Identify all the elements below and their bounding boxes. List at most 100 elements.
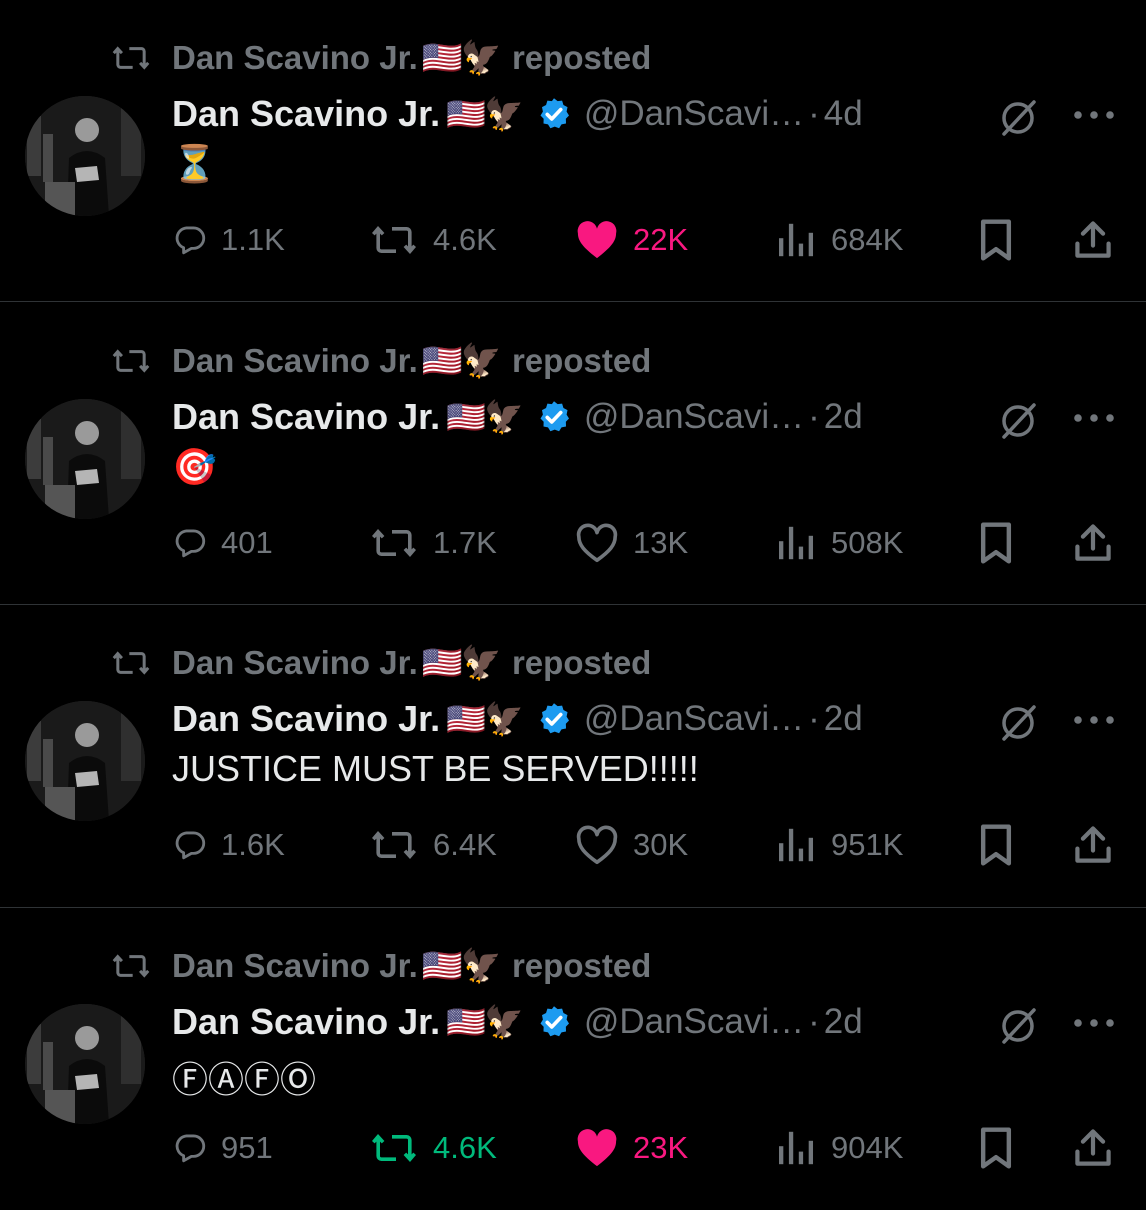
repost-button[interactable]: 4.6K [369, 1123, 497, 1173]
like-icon [577, 221, 617, 259]
bookmark-button[interactable] [977, 1123, 1015, 1173]
verified-badge-icon [540, 1006, 569, 1037]
post-header: Dan Scavino Jr. 🇺🇸🦅 @DanScavi… · 4d [172, 90, 863, 138]
repost-context-icon [112, 954, 150, 978]
avatar[interactable] [25, 399, 145, 519]
repost-context: Dan Scavino Jr. 🇺🇸🦅 reposted [110, 643, 651, 683]
author-handle[interactable]: @DanScavi… [584, 94, 804, 134]
post[interactable]: Dan Scavino Jr. 🇺🇸🦅 reposted Dan Scavino… [0, 0, 1146, 302]
repost-icon [372, 1134, 416, 1162]
repost-button[interactable]: 1.7K [369, 518, 497, 568]
post-actions: 401 1.7K 13K 508K [0, 518, 1146, 568]
reply-button[interactable]: 401 [173, 518, 273, 568]
avatar[interactable] [25, 1004, 145, 1124]
repost-user-emoji: 🇺🇸🦅 [421, 643, 502, 681]
share-button[interactable] [1071, 518, 1115, 568]
bookmark-icon [980, 522, 1012, 564]
bookmark-button[interactable] [977, 215, 1015, 265]
like-button[interactable]: 23K [575, 1123, 688, 1173]
reply-count: 1.6K [221, 827, 285, 862]
grok-icon[interactable] [996, 701, 1040, 745]
views-icon [779, 526, 814, 560]
repost-user-name[interactable]: Dan Scavino Jr. [172, 947, 418, 985]
repost-button[interactable]: 6.4K [369, 820, 497, 870]
more-options-icon[interactable] [1072, 108, 1116, 122]
grok-icon[interactable] [996, 1004, 1040, 1048]
post-timestamp[interactable]: 2d [824, 397, 863, 437]
verified-badge-icon [540, 703, 569, 734]
avatar[interactable] [25, 96, 145, 216]
post-timestamp[interactable]: 2d [824, 1002, 863, 1042]
repost-button[interactable]: 4.6K [369, 215, 497, 265]
more-options-icon[interactable] [1072, 1016, 1116, 1030]
author-name[interactable]: Dan Scavino Jr. [172, 698, 440, 740]
post-text: 🎯 [172, 446, 217, 487]
post-header: Dan Scavino Jr. 🇺🇸🦅 @DanScavi… · 2d [172, 998, 863, 1046]
post-header: Dan Scavino Jr. 🇺🇸🦅 @DanScavi… · 2d [172, 695, 863, 743]
views-count: 684K [831, 222, 904, 257]
separator-dot: · [808, 1002, 820, 1041]
views-button[interactable]: 904K [777, 1123, 903, 1173]
reply-count: 951 [221, 1130, 273, 1165]
reply-button[interactable]: 1.6K [173, 820, 285, 870]
reply-icon [175, 1134, 206, 1163]
repost-count: 4.6K [433, 1130, 497, 1165]
repost-icon [372, 831, 416, 859]
repost-user-emoji: 🇺🇸🦅 [421, 38, 502, 76]
repost-context-icon [112, 46, 150, 70]
like-button[interactable]: 22K [575, 215, 688, 265]
share-button[interactable] [1071, 1123, 1115, 1173]
views-icon [779, 223, 814, 257]
separator-dot: · [808, 94, 820, 133]
share-icon [1075, 1129, 1111, 1166]
post[interactable]: Dan Scavino Jr. 🇺🇸🦅 reposted Dan Scavino… [0, 908, 1146, 1210]
share-button[interactable] [1071, 820, 1115, 870]
like-count: 30K [633, 827, 689, 862]
avatar-photo [25, 701, 145, 821]
repost-user-name[interactable]: Dan Scavino Jr. [172, 39, 418, 77]
bookmark-button[interactable] [977, 518, 1015, 568]
more-options-icon[interactable] [1072, 713, 1116, 727]
reply-button[interactable]: 951 [173, 1123, 273, 1173]
post[interactable]: Dan Scavino Jr. 🇺🇸🦅 reposted Dan Scavino… [0, 303, 1146, 605]
author-name[interactable]: Dan Scavino Jr. [172, 396, 440, 438]
share-button[interactable] [1071, 215, 1115, 265]
reply-button[interactable]: 1.1K [173, 215, 285, 265]
post-text: ⏳ [172, 143, 217, 184]
views-button[interactable]: 684K [777, 215, 903, 265]
like-count: 23K [633, 1130, 689, 1165]
post-timestamp[interactable]: 4d [824, 94, 863, 134]
post-actions: 951 4.6K 23K 904K [0, 1123, 1146, 1173]
repost-count: 1.7K [433, 525, 497, 560]
author-name[interactable]: Dan Scavino Jr. [172, 1001, 440, 1043]
post-timestamp[interactable]: 2d [824, 699, 863, 739]
repost-count: 4.6K [433, 222, 497, 257]
repost-user-emoji: 🇺🇸🦅 [421, 341, 502, 379]
post-actions: 1.6K 6.4K 30K 951K [0, 820, 1146, 870]
repost-user-name[interactable]: Dan Scavino Jr. [172, 342, 418, 380]
views-button[interactable]: 951K [777, 820, 903, 870]
post[interactable]: Dan Scavino Jr. 🇺🇸🦅 reposted Dan Scavino… [0, 605, 1146, 908]
like-button[interactable]: 13K [575, 518, 688, 568]
repost-user-name[interactable]: Dan Scavino Jr. [172, 644, 418, 682]
avatar-photo [25, 1004, 145, 1124]
grok-icon[interactable] [996, 399, 1040, 443]
grok-icon[interactable] [996, 96, 1040, 140]
post-text: ⒻⒶⒻⓄ [172, 1059, 317, 1100]
author-handle[interactable]: @DanScavi… [584, 1002, 804, 1042]
avatar-photo [25, 399, 145, 519]
views-count: 904K [831, 1130, 904, 1165]
author-emoji: 🇺🇸🦅 [446, 701, 524, 737]
author-emoji: 🇺🇸🦅 [446, 96, 524, 132]
author-name[interactable]: Dan Scavino Jr. [172, 93, 440, 135]
views-button[interactable]: 508K [777, 518, 903, 568]
more-options-icon[interactable] [1072, 411, 1116, 425]
author-handle[interactable]: @DanScavi… [584, 699, 804, 739]
verified-badge-icon [540, 401, 569, 432]
avatar[interactable] [25, 701, 145, 821]
author-handle[interactable]: @DanScavi… [584, 397, 804, 437]
reply-count: 1.1K [221, 222, 285, 257]
bookmark-button[interactable] [977, 820, 1015, 870]
like-button[interactable]: 30K [575, 820, 688, 870]
author-emoji: 🇺🇸🦅 [446, 1004, 524, 1040]
